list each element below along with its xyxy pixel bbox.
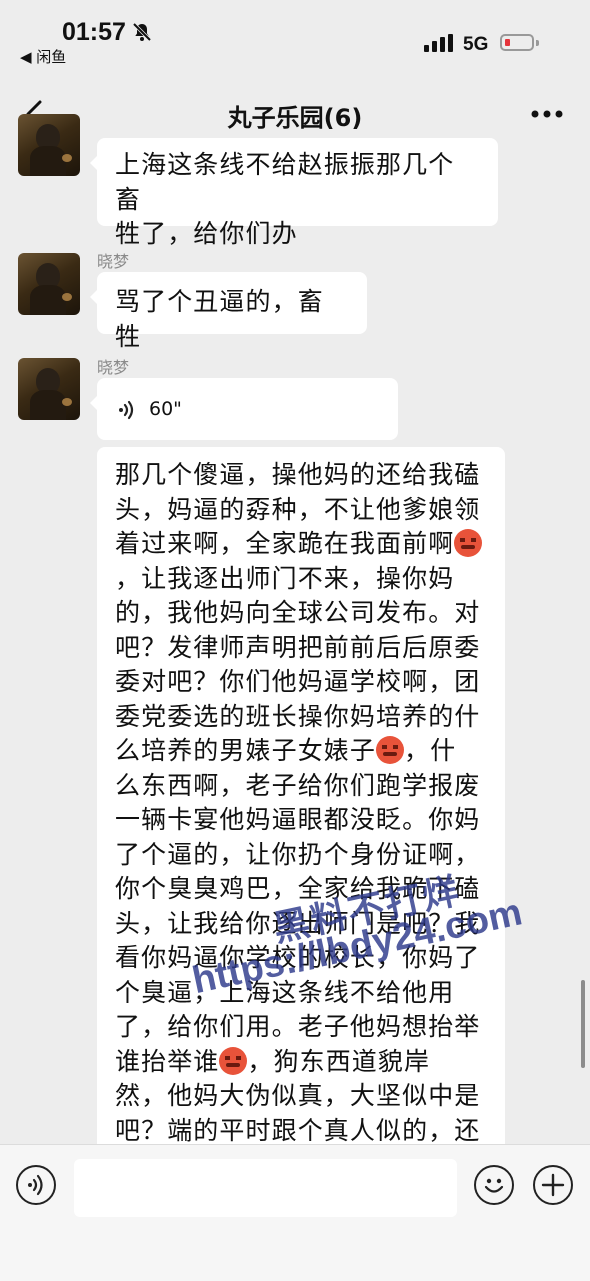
- input-bar: [0, 1144, 590, 1281]
- message-bubble[interactable]: 那几个傻逼，操他妈的还给我磕 头，妈逼的孬种，不让他爹娘领 着过来啊，全家跪在我…: [97, 447, 505, 1187]
- message-input[interactable]: [74, 1159, 457, 1217]
- back-to-app-link[interactable]: ◀ 闲鱼: [20, 46, 66, 67]
- sender-avatar[interactable]: [18, 114, 80, 176]
- mute-bell-icon: [132, 22, 152, 42]
- status-time: 01:57: [62, 18, 126, 46]
- voice-input-button[interactable]: [16, 1165, 56, 1205]
- plus-icon: [541, 1173, 565, 1197]
- scrollbar[interactable]: [581, 980, 585, 1068]
- message-text: 骂了个丑逼的，畜牲: [115, 287, 324, 351]
- angry-face-emoji-icon: [376, 736, 405, 764]
- sender-name: 晓梦: [97, 358, 130, 377]
- sender-avatar[interactable]: [18, 358, 80, 420]
- message-bubble[interactable]: 上海这条线不给赵振振那几个畜 牲了，给你们办: [90, 138, 498, 248]
- voice-wave-icon: [28, 1174, 43, 1196]
- voice-message-bubble[interactable]: 60": [90, 378, 398, 440]
- chat-title: 丸子乐园(6): [227, 104, 363, 132]
- voice-duration: 60": [149, 398, 182, 420]
- voice-wave-icon: [119, 400, 134, 420]
- message-bubble[interactable]: 骂了个丑逼的，畜牲: [90, 272, 367, 351]
- status-bar: 01:57 ◀ 闲鱼 5G: [0, 0, 590, 80]
- emoji-button[interactable]: [474, 1165, 514, 1205]
- message-text: 上海这条线不给赵振振那几个畜 牲了，给你们办: [115, 150, 455, 248]
- sender-avatar[interactable]: [18, 253, 80, 315]
- signal-icon: [424, 34, 453, 52]
- more-actions-button[interactable]: [533, 1165, 573, 1205]
- sender-name: 晓梦: [97, 252, 130, 271]
- network-type: 5G: [463, 34, 489, 55]
- message-text: 那几个傻逼，操他妈的还给我磕 头，妈逼的孬种，不让他爹娘领 着过来啊，全家跪在我…: [115, 460, 483, 1179]
- more-options-icon[interactable]: [527, 102, 567, 126]
- angry-face-emoji-icon: [219, 1046, 248, 1075]
- battery-icon: [500, 34, 539, 51]
- angry-face-emoji-icon: [454, 529, 483, 557]
- smiley-icon: [484, 1178, 504, 1193]
